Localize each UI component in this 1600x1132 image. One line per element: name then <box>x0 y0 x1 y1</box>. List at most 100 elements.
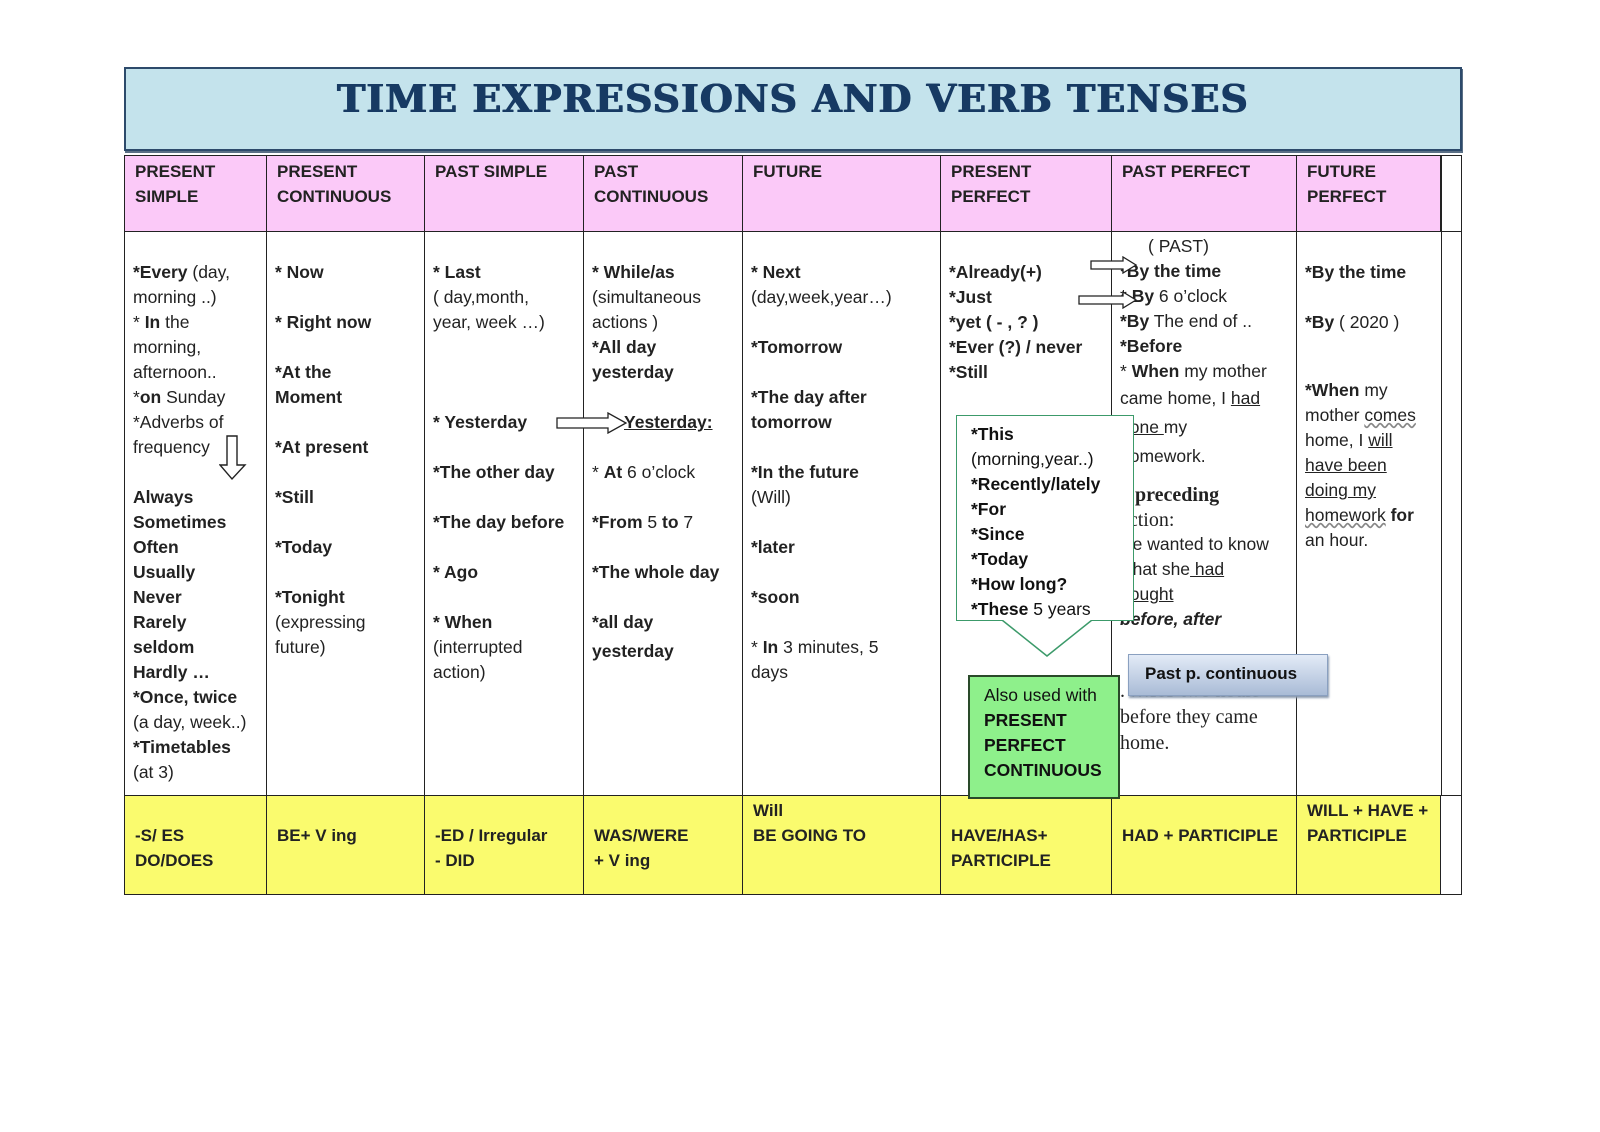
header-blank <box>1441 155 1462 232</box>
header-text: SIMPLE <box>135 187 199 206</box>
expr: *Ever (?) / never <box>949 337 1083 357</box>
expr: *The day before <box>433 512 565 532</box>
formula-text: HAVE/HAS+ <box>951 826 1048 845</box>
col-line <box>1441 155 1442 895</box>
expr: *This <box>971 424 1014 444</box>
expr: *Timetables <box>133 737 231 757</box>
present-perfect-box: *This (morning,year..) *Recently/lately … <box>956 415 1134 621</box>
expr-note: 5 years <box>1028 599 1091 619</box>
expr: on <box>139 387 162 407</box>
header-past-perfect: PAST PERFECT <box>1111 155 1296 232</box>
footer-past-perfect: HAD + PARTICIPLE <box>1111 795 1296 895</box>
expr: *How long? <box>971 574 1068 594</box>
expr: *Once, twice <box>133 687 238 707</box>
expr: *soon <box>751 587 800 607</box>
expr: * When <box>433 612 493 632</box>
expr-note: morning, <box>133 337 202 357</box>
expr: *For <box>971 499 1006 519</box>
header-present-perfect: PRESENT PERFECT <box>940 155 1111 232</box>
example-verb: doing my <box>1305 480 1377 500</box>
footer-blank <box>1441 795 1462 895</box>
expr: *Already(+) <box>949 262 1042 282</box>
col-line <box>1461 155 1462 895</box>
expr-note: frequency <box>133 437 210 457</box>
frequency-adverb: Usually <box>133 562 196 582</box>
frequency-adverb: seldom <box>133 637 195 657</box>
footer-present-continuous: BE+ V ing <box>266 795 424 895</box>
example-text: came home, I <box>1120 388 1231 408</box>
expr: *By the time <box>1120 261 1222 281</box>
expr-note: Sunday <box>161 387 226 407</box>
frequency-adverb: Always <box>133 487 194 507</box>
example-text: before they came <box>1120 706 1258 728</box>
expr: * Next <box>751 262 801 282</box>
expr: *Before <box>1120 336 1183 356</box>
expr-note: (day,week,year…) <box>751 287 892 307</box>
past-label: ( PAST) <box>1148 236 1209 256</box>
cell-past-continuous: * While/as (simultaneous actions ) *All … <box>583 232 742 795</box>
example-verb: have been <box>1305 455 1387 475</box>
bullet: * <box>133 387 140 407</box>
formula-text: BE+ V ing <box>277 826 357 845</box>
expr: Moment <box>275 387 343 407</box>
example-text: homework <box>1305 505 1386 525</box>
expr-note: (simultaneous <box>592 287 701 307</box>
expr: In <box>762 637 779 657</box>
expr: *The day after <box>751 387 867 407</box>
frequency-adverb: Never <box>133 587 182 607</box>
formula-text: PARTICIPLE <box>951 851 1051 870</box>
expr: tomorrow <box>751 412 832 432</box>
formula-text: - DID <box>435 851 475 870</box>
bullet: * <box>751 637 763 657</box>
expr: for <box>1385 505 1414 525</box>
expr: *When <box>1305 380 1360 400</box>
expr-note: (interrupted <box>433 637 523 657</box>
header-text: PAST <box>594 162 639 181</box>
header-text: PRESENT <box>277 162 358 181</box>
expr: *Today <box>275 537 333 557</box>
header-future: FUTURE <box>742 155 940 232</box>
expr: *Tomorrow <box>751 337 843 357</box>
formula-text: -S/ ES <box>135 826 185 845</box>
header-text: CONTINUOUS <box>594 187 709 206</box>
formula-text: PARTICIPLE <box>1307 826 1407 845</box>
expr-note: *Adverbs of <box>133 412 224 432</box>
footer-present-simple: -S/ ES DO/DOES <box>124 795 266 895</box>
frequency-adverb: Hardly … <box>133 662 210 682</box>
expr-note: 3 minutes, 5 <box>778 637 879 657</box>
frequency-adverb: Sometimes <box>133 512 227 532</box>
expr-note: action) <box>433 662 486 682</box>
header-text: PAST PERFECT <box>1122 162 1251 181</box>
expr-note: future) <box>275 637 326 657</box>
bullet: * <box>592 462 604 482</box>
frequency-adverb: Often <box>133 537 179 557</box>
expr: *Tonight <box>275 587 345 607</box>
expr-note: 7 <box>678 512 694 532</box>
formula-text: DO/DOES <box>135 851 214 870</box>
example-verb: comes <box>1364 405 1416 425</box>
example-text: my <box>1359 380 1388 400</box>
example-text: He wanted to know <box>1120 534 1269 554</box>
callout-text: Also used with <box>984 685 1097 705</box>
expr: *Recently/lately <box>971 474 1101 494</box>
header-text: FUTURE <box>1307 162 1376 181</box>
right-arrow-icon <box>1078 291 1138 309</box>
example-text: my <box>1163 417 1188 437</box>
expr: At <box>603 462 623 482</box>
expr: *These <box>971 599 1029 619</box>
footer-past-continuous: WAS/WERE + V ing <box>583 795 742 895</box>
cell-present-continuous: * Now * Right now *At the Moment *At pre… <box>266 232 424 795</box>
expr-note: The end of .. <box>1149 311 1252 331</box>
expr: In <box>144 312 161 332</box>
expr: *By the time <box>1305 262 1407 282</box>
bullet: * <box>1120 361 1132 381</box>
expr: * Now <box>275 262 324 282</box>
down-arrow-icon <box>219 435 247 481</box>
callout-text: CONTINUOUS <box>984 760 1102 780</box>
expr: * Ago <box>433 562 479 582</box>
tab-label: Past p. continuous <box>1145 664 1298 683</box>
expr: *Every <box>133 262 188 282</box>
example-verb: will <box>1368 430 1393 450</box>
expr-note: (Will) <box>751 487 791 507</box>
expr-note: 6 o’clock <box>1154 286 1228 306</box>
